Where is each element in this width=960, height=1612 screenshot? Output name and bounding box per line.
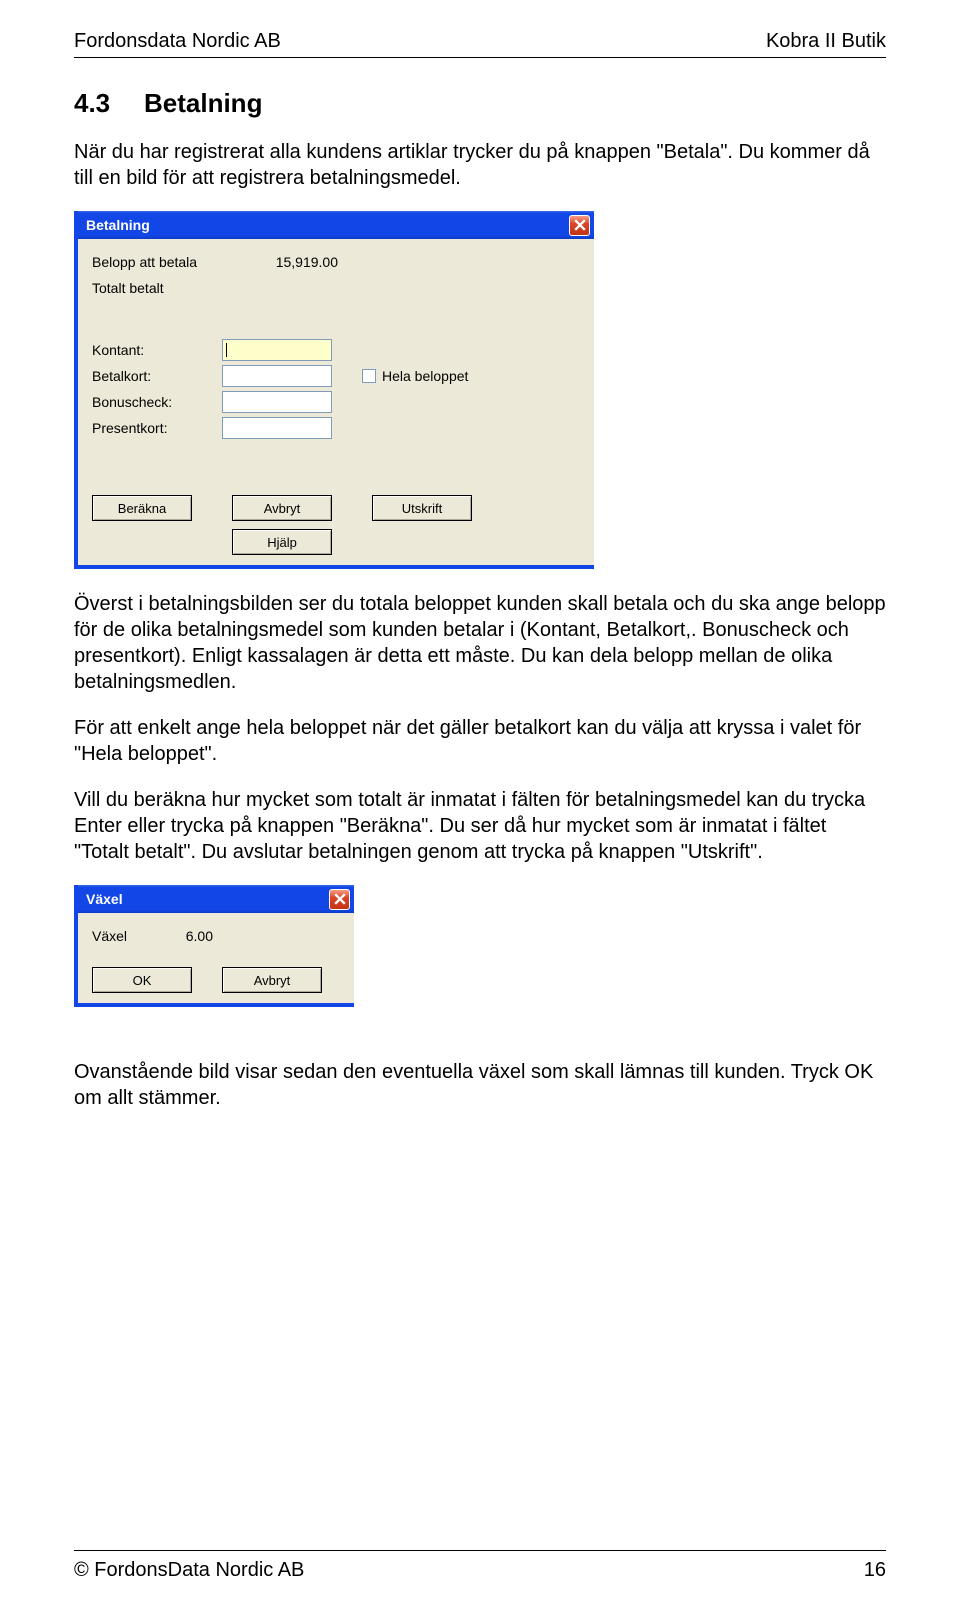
bonuscheck-input[interactable]	[222, 391, 332, 413]
paragraph-4: Vill du beräkna hur mycket som totalt är…	[74, 787, 886, 865]
footer-page-number: 16	[864, 1559, 886, 1582]
close-icon	[334, 893, 346, 905]
section-heading: 4.3Betalning	[74, 88, 886, 119]
total-paid-label: Totalt betalt	[92, 280, 222, 296]
titlebar[interactable]: Betalning	[78, 211, 594, 239]
close-icon	[574, 219, 586, 231]
vaxel-label: Växel	[92, 928, 147, 944]
document-page: Fordonsdata Nordic AB Kobra II Butik 4.3…	[0, 0, 960, 1612]
close-button[interactable]	[329, 889, 350, 910]
whole-amount-checkbox[interactable]	[362, 369, 376, 383]
hjalp-button[interactable]: Hjälp	[232, 529, 332, 555]
header-rule	[74, 57, 886, 58]
page-footer: © FordonsData Nordic AB 16	[74, 1550, 886, 1582]
paragraph-5: Ovanstående bild visar sedan den eventue…	[74, 1059, 886, 1111]
header-company: Fordonsdata Nordic AB	[74, 30, 281, 53]
avbryt-button[interactable]: Avbryt	[232, 495, 332, 521]
section-number: 4.3	[74, 88, 144, 119]
footer-copyright: © FordonsData Nordic AB	[74, 1559, 304, 1582]
paragraph-1: När du har registrerat alla kundens arti…	[74, 139, 886, 191]
presentkort-input[interactable]	[222, 417, 332, 439]
section-title: Betalning	[144, 88, 262, 118]
vaxel-value: 6.00	[147, 928, 217, 944]
betalkort-label: Betalkort:	[92, 368, 222, 384]
vaxel-dialog: Växel Växel 6.00 OK Avbryt	[74, 885, 354, 1007]
bonuscheck-label: Bonuscheck:	[92, 394, 222, 410]
avbryt-button[interactable]: Avbryt	[222, 967, 322, 993]
paragraph-2: Överst i betalningsbilden ser du totala …	[74, 591, 886, 695]
amount-to-pay-value: 15,919.00	[222, 254, 342, 270]
amount-to-pay-label: Belopp att betala	[92, 254, 222, 270]
footer-rule	[74, 1550, 886, 1551]
paragraph-3: För att enkelt ange hela beloppet när de…	[74, 715, 886, 767]
close-button[interactable]	[569, 215, 590, 236]
dialog-title: Växel	[86, 891, 123, 907]
berakna-button[interactable]: Beräkna	[92, 495, 192, 521]
dialog-title: Betalning	[86, 217, 150, 233]
ok-button[interactable]: OK	[92, 967, 192, 993]
betalkort-input[interactable]	[222, 365, 332, 387]
page-header: Fordonsdata Nordic AB Kobra II Butik	[74, 30, 886, 53]
whole-amount-label: Hela beloppet	[382, 368, 468, 384]
betalning-dialog: Betalning Belopp att betala 15,919.00 To…	[74, 211, 594, 569]
titlebar[interactable]: Växel	[78, 885, 354, 913]
header-product: Kobra II Butik	[766, 30, 886, 53]
utskrift-button[interactable]: Utskrift	[372, 495, 472, 521]
presentkort-label: Presentkort:	[92, 420, 222, 436]
kontant-input[interactable]	[222, 339, 332, 361]
kontant-label: Kontant:	[92, 342, 222, 358]
